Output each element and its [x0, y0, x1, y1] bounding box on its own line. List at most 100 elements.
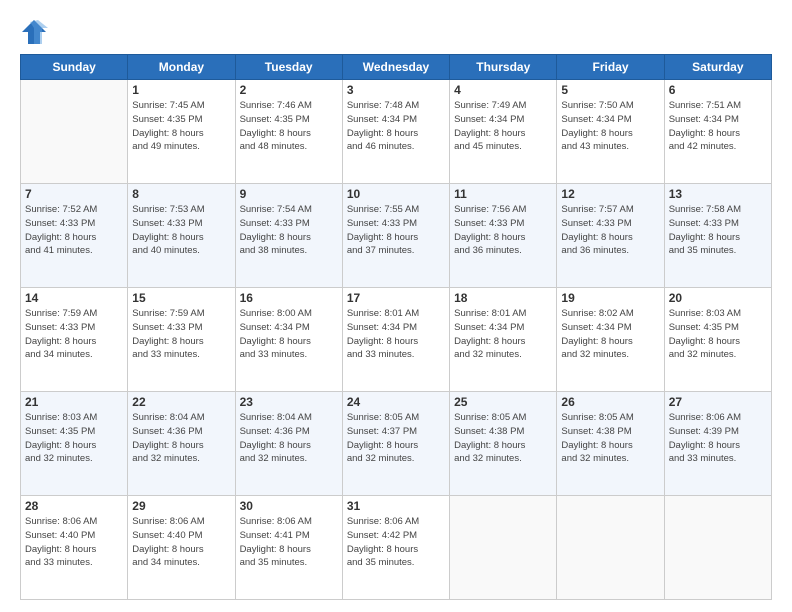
calendar-week-3: 14 Sunrise: 7:59 AMSunset: 4:33 PMDayligh… [21, 288, 772, 392]
calendar-cell: 10 Sunrise: 7:55 AMSunset: 4:33 PMDayligh… [342, 184, 449, 288]
day-info: Sunrise: 7:50 AMSunset: 4:34 PMDaylight:… [561, 99, 659, 154]
day-number: 26 [561, 395, 659, 409]
calendar-cell: 11Sunrise: 7:56 AMSunset: 4:33 PMDayligh… [450, 184, 557, 288]
day-number: 12 [561, 187, 659, 201]
day-number: 9 [240, 187, 338, 201]
day-number: 28 [25, 499, 123, 513]
day-number: 31 [347, 499, 445, 513]
day-number: 19 [561, 291, 659, 305]
header-friday: Friday [557, 55, 664, 80]
day-number: 22 [132, 395, 230, 409]
day-info: Sunrise: 7:55 AMSunset: 4:33 PMDaylight:… [347, 203, 445, 258]
day-info: Sunrise: 8:05 AMSunset: 4:37 PMDaylight:… [347, 411, 445, 466]
header-monday: Monday [128, 55, 235, 80]
calendar-cell: 6 Sunrise: 7:51 AMSunset: 4:34 PMDaylight… [664, 80, 771, 184]
calendar-week-2: 7Sunrise: 7:52 AMSunset: 4:33 PMDaylight… [21, 184, 772, 288]
day-number: 7 [25, 187, 123, 201]
day-number: 24 [347, 395, 445, 409]
day-info: Sunrise: 8:06 AMSunset: 4:40 PMDaylight:… [132, 515, 230, 570]
calendar-cell: 7Sunrise: 7:52 AMSunset: 4:33 PMDaylight… [21, 184, 128, 288]
calendar-cell [21, 80, 128, 184]
calendar-cell: 22 Sunrise: 8:04 AMSunset: 4:36 PMDayligh… [128, 392, 235, 496]
day-info: Sunrise: 8:01 AMSunset: 4:34 PMDaylight:… [454, 307, 552, 362]
day-info: Sunrise: 8:06 AMSunset: 4:39 PMDaylight:… [669, 411, 767, 466]
day-number: 1 [132, 83, 230, 97]
calendar-cell: 12 Sunrise: 7:57 AMSunset: 4:33 PMDayligh… [557, 184, 664, 288]
calendar-cell: 31 Sunrise: 8:06 AMSunset: 4:42 PMDayligh… [342, 496, 449, 600]
calendar-cell: 14Sunrise: 7:59 AMSunset: 4:33 PMDayligh… [21, 288, 128, 392]
calendar-cell: 5 Sunrise: 7:50 AMSunset: 4:34 PMDaylight… [557, 80, 664, 184]
logo [20, 18, 52, 46]
day-number: 8 [132, 187, 230, 201]
calendar-cell: 17 Sunrise: 8:01 AMSunset: 4:34 PMDayligh… [342, 288, 449, 392]
day-number: 15 [132, 291, 230, 305]
calendar-cell [557, 496, 664, 600]
day-number: 16 [240, 291, 338, 305]
day-info: Sunrise: 8:00 AMSunset: 4:34 PMDaylight:… [240, 307, 338, 362]
calendar-cell: 28 Sunrise: 8:06 AMSunset: 4:40 PMDayligh… [21, 496, 128, 600]
calendar-cell: 1 Sunrise: 7:45 AMSunset: 4:35 PMDaylight… [128, 80, 235, 184]
calendar-cell: 3 Sunrise: 7:48 AMSunset: 4:34 PMDaylight… [342, 80, 449, 184]
day-info: Sunrise: 8:01 AMSunset: 4:34 PMDaylight:… [347, 307, 445, 362]
calendar-cell: 2 Sunrise: 7:46 AMSunset: 4:35 PMDaylight… [235, 80, 342, 184]
day-info: Sunrise: 7:59 AMSunset: 4:33 PMDaylight:… [132, 307, 230, 362]
calendar-cell: 18 Sunrise: 8:01 AMSunset: 4:34 PMDayligh… [450, 288, 557, 392]
day-info: Sunrise: 8:02 AMSunset: 4:34 PMDaylight:… [561, 307, 659, 362]
day-info: Sunrise: 7:46 AMSunset: 4:35 PMDaylight:… [240, 99, 338, 154]
day-number: 10 [347, 187, 445, 201]
day-number: 17 [347, 291, 445, 305]
calendar-cell: 15 Sunrise: 7:59 AMSunset: 4:33 PMDayligh… [128, 288, 235, 392]
day-info: Sunrise: 7:53 AMSunset: 4:33 PMDaylight:… [132, 203, 230, 258]
calendar-cell: 26 Sunrise: 8:05 AMSunset: 4:38 PMDayligh… [557, 392, 664, 496]
calendar-week-5: 28 Sunrise: 8:06 AMSunset: 4:40 PMDayligh… [21, 496, 772, 600]
day-info: Sunrise: 8:06 AMSunset: 4:40 PMDaylight:… [25, 515, 123, 570]
day-number: 14 [25, 291, 123, 305]
calendar-cell: 30 Sunrise: 8:06 AMSunset: 4:41 PMDayligh… [235, 496, 342, 600]
day-info: Sunrise: 8:03 AMSunset: 4:35 PMDaylight:… [25, 411, 123, 466]
day-number: 5 [561, 83, 659, 97]
day-info: Sunrise: 8:05 AMSunset: 4:38 PMDaylight:… [454, 411, 552, 466]
day-number: 20 [669, 291, 767, 305]
header-saturday: Saturday [664, 55, 771, 80]
calendar-cell: 23 Sunrise: 8:04 AMSunset: 4:36 PMDayligh… [235, 392, 342, 496]
calendar-cell [664, 496, 771, 600]
day-info: Sunrise: 7:49 AMSunset: 4:34 PMDaylight:… [454, 99, 552, 154]
day-info: Sunrise: 8:05 AMSunset: 4:38 PMDaylight:… [561, 411, 659, 466]
day-info: Sunrise: 7:57 AMSunset: 4:33 PMDaylight:… [561, 203, 659, 258]
day-number: 27 [669, 395, 767, 409]
day-number: 18 [454, 291, 552, 305]
calendar-cell: 9 Sunrise: 7:54 AMSunset: 4:33 PMDaylight… [235, 184, 342, 288]
day-info: Sunrise: 8:06 AMSunset: 4:42 PMDaylight:… [347, 515, 445, 570]
header-wednesday: Wednesday [342, 55, 449, 80]
header-tuesday: Tuesday [235, 55, 342, 80]
day-info: Sunrise: 7:54 AMSunset: 4:33 PMDaylight:… [240, 203, 338, 258]
day-number: 23 [240, 395, 338, 409]
day-info: Sunrise: 7:56 AMSunset: 4:33 PMDaylight:… [454, 203, 552, 258]
calendar-cell: 8 Sunrise: 7:53 AMSunset: 4:33 PMDaylight… [128, 184, 235, 288]
calendar-cell: 13Sunrise: 7:58 AMSunset: 4:33 PMDayligh… [664, 184, 771, 288]
calendar-cell: 4 Sunrise: 7:49 AMSunset: 4:34 PMDaylight… [450, 80, 557, 184]
day-info: Sunrise: 7:51 AMSunset: 4:34 PMDaylight:… [669, 99, 767, 154]
day-number: 21 [25, 395, 123, 409]
day-info: Sunrise: 8:06 AMSunset: 4:41 PMDaylight:… [240, 515, 338, 570]
day-info: Sunrise: 7:48 AMSunset: 4:34 PMDaylight:… [347, 99, 445, 154]
day-number: 2 [240, 83, 338, 97]
calendar-cell: 25Sunrise: 8:05 AMSunset: 4:38 PMDayligh… [450, 392, 557, 496]
day-info: Sunrise: 8:04 AMSunset: 4:36 PMDaylight:… [240, 411, 338, 466]
logo-icon [20, 18, 48, 46]
calendar-cell: 27 Sunrise: 8:06 AMSunset: 4:39 PMDayligh… [664, 392, 771, 496]
calendar-cell: 21 Sunrise: 8:03 AMSunset: 4:35 PMDayligh… [21, 392, 128, 496]
calendar-cell: 29Sunrise: 8:06 AMSunset: 4:40 PMDayligh… [128, 496, 235, 600]
page: SundayMondayTuesdayWednesdayThursdayFrid… [0, 0, 792, 612]
day-number: 30 [240, 499, 338, 513]
calendar-cell: 20Sunrise: 8:03 AMSunset: 4:35 PMDayligh… [664, 288, 771, 392]
calendar-cell: 24 Sunrise: 8:05 AMSunset: 4:37 PMDayligh… [342, 392, 449, 496]
day-number: 6 [669, 83, 767, 97]
day-number: 4 [454, 83, 552, 97]
calendar-table: SundayMondayTuesdayWednesdayThursdayFrid… [20, 54, 772, 600]
day-number: 3 [347, 83, 445, 97]
header-sunday: Sunday [21, 55, 128, 80]
day-info: Sunrise: 8:04 AMSunset: 4:36 PMDaylight:… [132, 411, 230, 466]
day-info: Sunrise: 7:45 AMSunset: 4:35 PMDaylight:… [132, 99, 230, 154]
calendar-week-1: 1 Sunrise: 7:45 AMSunset: 4:35 PMDaylight… [21, 80, 772, 184]
